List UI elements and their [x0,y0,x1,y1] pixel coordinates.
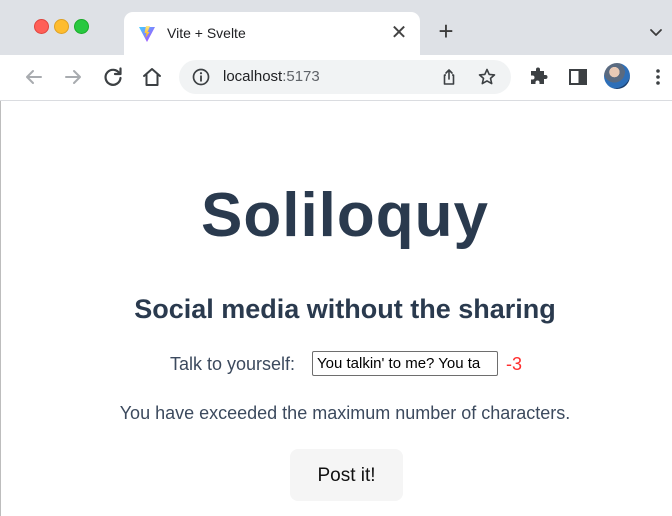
reload-icon[interactable] [101,65,125,89]
vite-icon [139,26,155,42]
post-button[interactable]: Post it! [290,449,403,501]
browser-toolbar: localhost:5173 [0,55,672,101]
url-port: :5173 [282,68,320,85]
tab-title: Vite + Svelte [167,25,246,41]
extensions-icon[interactable] [527,65,551,89]
address-bar[interactable]: localhost:5173 [179,60,511,94]
chevron-down-icon[interactable] [648,24,664,40]
remaining-count: -3 [506,354,523,374]
url-host: localhost [223,68,283,85]
page-title: Soliloquy [201,181,489,250]
home-icon[interactable] [140,65,164,89]
character-limit-warning: You have exceeded the maximum number of … [119,403,571,423]
menu-icon[interactable] [646,65,670,89]
tab-close-icon[interactable]: ✕ [388,22,410,44]
talk-label: Talk to yourself: [170,354,296,374]
new-tab-button[interactable]: + [433,18,459,46]
side-panel-icon[interactable] [566,65,590,89]
share-icon[interactable] [439,67,459,87]
star-icon[interactable] [477,67,497,87]
tab-active[interactable]: Vite + Svelte ✕ [124,12,420,55]
tab-strip: Vite + Svelte ✕ + [0,0,672,55]
minimize-window-button[interactable] [54,19,69,34]
url-text[interactable]: localhost:5173 [223,67,320,87]
message-input[interactable]: You talkin' to me? You ta [312,351,498,376]
back-icon[interactable] [22,65,46,89]
page-tagline: Social media without the sharing [134,294,556,324]
info-icon[interactable] [191,67,211,87]
talk-row: Talk to yourself: You talkin' to me? You… [170,349,590,379]
forward-icon[interactable] [61,65,85,89]
close-window-button[interactable] [34,19,49,34]
page-content: Soliloquy Social media without the shari… [0,101,672,516]
maximize-window-button[interactable] [74,19,89,34]
profile-avatar[interactable] [604,63,630,89]
